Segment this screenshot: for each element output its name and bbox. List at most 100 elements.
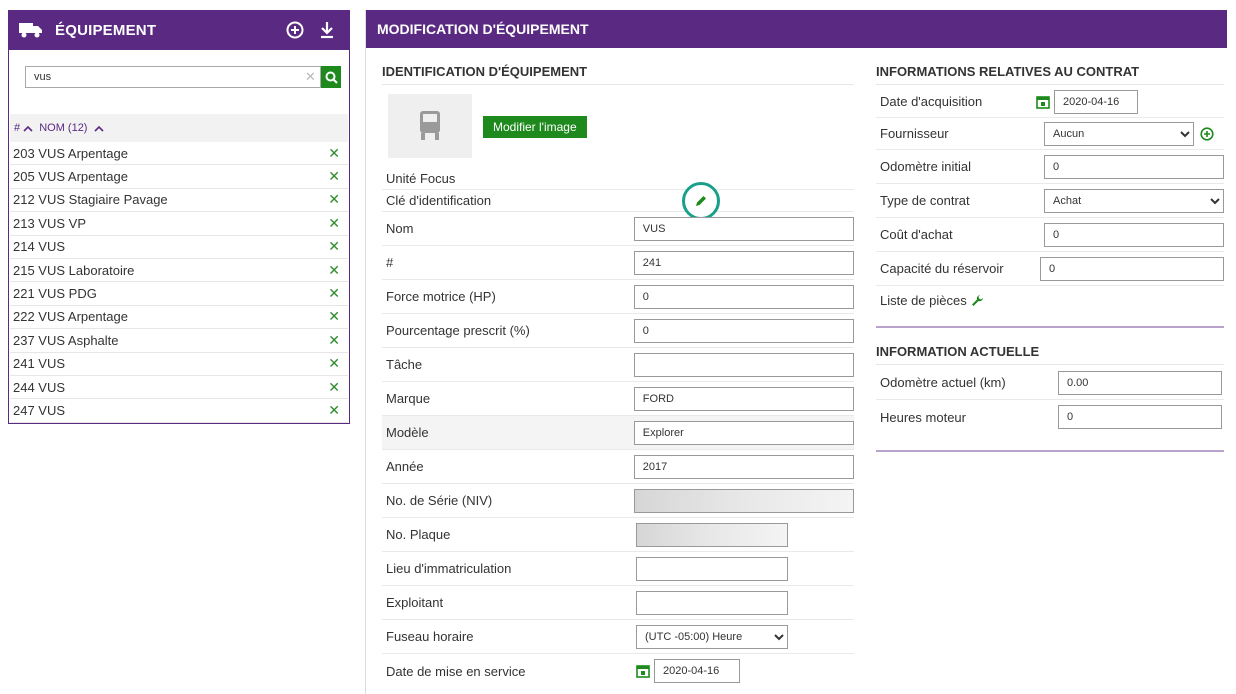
- field-row-brand: Marque: [382, 382, 854, 416]
- acquisition-date-row: Date d'acquisition: [876, 86, 1224, 118]
- delete-icon[interactable]: ✕: [328, 215, 340, 232]
- delete-icon[interactable]: ✕: [328, 168, 340, 185]
- list-item[interactable]: 214 VUS ✕: [10, 236, 348, 259]
- list-header: # NOM (12): [10, 114, 348, 142]
- delete-icon[interactable]: ✕: [328, 191, 340, 208]
- tank-capacity-input[interactable]: [1040, 256, 1224, 281]
- delete-icon[interactable]: ✕: [328, 262, 340, 279]
- page-title: MODIFICATION D'ÉQUIPEMENT: [377, 21, 589, 37]
- truck-icon: [19, 22, 45, 38]
- section-divider: [876, 326, 1224, 328]
- field-row-nom: Nom: [382, 212, 854, 246]
- percentage-input[interactable]: [633, 318, 854, 343]
- identification-title: IDENTIFICATION D'ÉQUIPEMENT: [382, 64, 588, 79]
- list-item[interactable]: 203 VUS Arpentage ✕: [10, 142, 348, 166]
- number-input[interactable]: [633, 250, 854, 275]
- search-button[interactable]: [321, 66, 341, 88]
- wrench-icon[interactable]: [971, 294, 984, 307]
- delete-icon[interactable]: ✕: [328, 285, 340, 302]
- panel-title: ÉQUIPEMENT: [55, 21, 157, 39]
- field-row-percentage: Pourcentage prescrit (%): [382, 314, 854, 348]
- chevron-up-icon: [23, 125, 33, 132]
- field-row-force: Force motrice (HP): [382, 280, 854, 314]
- equipment-list: 203 VUS Arpentage ✕ 205 VUS Arpentage ✕ 21…: [10, 142, 348, 423]
- list-item[interactable]: 247 VUS ✕: [10, 399, 348, 423]
- add-supplier-icon[interactable]: [1200, 126, 1214, 141]
- field-row-service-date: Date de mise en service: [382, 654, 854, 688]
- field-row-vin: No. de Série (NIV): [382, 484, 854, 518]
- clear-icon[interactable]: ✕: [305, 69, 316, 85]
- equipment-list-header: ÉQUIPEMENT: [9, 10, 349, 50]
- pencil-icon: [696, 196, 706, 206]
- field-row-timezone: Fuseau horaire (UTC -05:00) Heure: [382, 620, 854, 654]
- chevron-up-icon: [94, 125, 104, 132]
- contract-type-row: Type de contrat Achat: [876, 184, 1224, 218]
- field-row-year: Année: [382, 450, 854, 484]
- list-item[interactable]: 222 VUS Arpentage ✕: [10, 306, 348, 330]
- current-info-title: INFORMATION ACTUELLE: [876, 344, 1040, 359]
- list-item[interactable]: 221 VUS PDG ✕: [10, 282, 348, 306]
- list-item[interactable]: 212 VUS Stagiaire Pavage ✕: [10, 189, 348, 213]
- search-input[interactable]: [25, 66, 321, 88]
- service-date-input[interactable]: [654, 659, 740, 683]
- field-row-registration-place: Lieu d'immatriculation: [382, 552, 854, 586]
- current-odometer-row: Odomètre actuel (km): [876, 366, 1224, 400]
- list-item[interactable]: 244 VUS ✕: [10, 376, 348, 400]
- delete-icon[interactable]: ✕: [328, 308, 340, 325]
- vin-input[interactable]: [633, 488, 854, 513]
- force-input[interactable]: [633, 284, 854, 309]
- delete-icon[interactable]: ✕: [328, 332, 340, 349]
- purchase-cost-input[interactable]: [1044, 222, 1224, 247]
- download-icon[interactable]: [315, 18, 339, 42]
- brand-input[interactable]: [633, 386, 854, 411]
- registration-place-input[interactable]: [636, 556, 788, 581]
- id-key-row: Clé d'identification: [382, 190, 854, 212]
- task-input[interactable]: [633, 352, 854, 377]
- edit-equipment-panel: MODIFICATION D'ÉQUIPEMENT IDENTIFICATION…: [365, 10, 1227, 694]
- plate-input[interactable]: [636, 522, 788, 547]
- delete-icon[interactable]: ✕: [328, 355, 340, 372]
- field-row-task: Tâche: [382, 348, 854, 382]
- sort-by-number[interactable]: #: [14, 122, 33, 134]
- timezone-select[interactable]: (UTC -05:00) Heure: [636, 624, 788, 649]
- current-odometer-input[interactable]: [1058, 370, 1222, 395]
- field-row-plate: No. Plaque: [382, 518, 854, 552]
- parts-list-row: Liste de pièces: [876, 286, 1224, 314]
- list-item[interactable]: 213 VUS VP ✕: [10, 212, 348, 236]
- add-circle-icon[interactable]: [283, 18, 307, 42]
- list-item[interactable]: 215 VUS Laboratoire ✕: [10, 259, 348, 283]
- search-row: ✕: [25, 66, 341, 88]
- main-header: MODIFICATION D'ÉQUIPEMENT: [366, 10, 1227, 48]
- field-row-model: Modèle: [382, 416, 854, 450]
- acquisition-date-input[interactable]: [1054, 89, 1138, 114]
- truck-front-icon: [420, 111, 440, 140]
- search-icon: [325, 71, 338, 84]
- initial-odometer-row: Odomètre initial: [876, 150, 1224, 184]
- list-item[interactable]: 205 VUS Arpentage ✕: [10, 165, 348, 189]
- calendar-icon[interactable]: [1036, 95, 1050, 109]
- tank-capacity-row: Capacité du réservoir: [876, 252, 1224, 286]
- list-item[interactable]: 241 VUS ✕: [10, 353, 348, 376]
- unit-focus-row: Unité Focus: [382, 168, 854, 190]
- model-input[interactable]: [633, 420, 854, 445]
- supplier-row: Fournisseur Aucun: [876, 118, 1224, 150]
- engine-hours-row: Heures moteur: [876, 400, 1224, 434]
- sort-by-name[interactable]: NOM (12): [39, 122, 104, 134]
- modify-image-button[interactable]: Modifier l'image: [483, 116, 587, 138]
- delete-icon[interactable]: ✕: [328, 379, 340, 396]
- year-input[interactable]: [633, 454, 854, 479]
- purchase-cost-row: Coût d'achat: [876, 218, 1224, 252]
- contract-type-select[interactable]: Achat: [1044, 188, 1224, 213]
- initial-odometer-input[interactable]: [1044, 154, 1224, 179]
- section-divider: [876, 450, 1224, 452]
- nom-input[interactable]: [633, 216, 854, 241]
- equipment-image: [388, 94, 472, 158]
- delete-icon[interactable]: ✕: [328, 238, 340, 255]
- delete-icon[interactable]: ✕: [328, 145, 340, 162]
- engine-hours-input[interactable]: [1058, 405, 1222, 429]
- calendar-icon[interactable]: [636, 664, 650, 678]
- delete-icon[interactable]: ✕: [328, 402, 340, 419]
- list-item[interactable]: 237 VUS Asphalte ✕: [10, 329, 348, 353]
- operator-input[interactable]: [636, 590, 788, 615]
- supplier-select[interactable]: Aucun: [1044, 121, 1194, 146]
